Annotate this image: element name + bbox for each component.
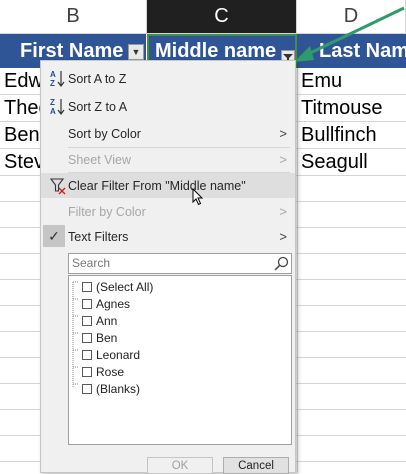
filter-dropdown-button[interactable]: ▼: [128, 44, 144, 60]
cell-first-name[interactable]: Edw: [0, 68, 40, 95]
cell-last-name[interactable]: Seagull: [297, 149, 406, 176]
cell-last-name[interactable]: Bullfinch: [297, 122, 406, 149]
chevron-right-icon: >: [279, 204, 287, 219]
menu-item-sort-by-color[interactable]: Sort by Color >: [41, 121, 295, 146]
annotation-arrow-icon: [294, 6, 405, 62]
list-item-label: Ben: [96, 330, 118, 345]
menu-item-filter-by-color: Filter by Color >: [41, 199, 295, 224]
mouse-cursor-icon: [192, 188, 204, 206]
clear-filter-icon: [50, 178, 66, 195]
menu-item-text-filters[interactable]: ✓ Text Filters >: [41, 224, 295, 249]
menu-item-sort-a-z[interactable]: A Z Sort A to Z: [41, 66, 295, 91]
filter-values-list: (Select All) Agnes Ann Ben Leonard Rose …: [68, 275, 292, 445]
sort-descending-icon: Z A: [50, 98, 65, 116]
checkbox[interactable]: [82, 281, 92, 292]
column-header-b[interactable]: B: [0, 0, 147, 34]
svg-text:A: A: [50, 70, 56, 79]
svg-text:Z: Z: [50, 79, 55, 88]
filter-search-box[interactable]: Search: [68, 253, 292, 274]
ok-button[interactable]: OK: [147, 457, 213, 474]
filter-menu: A Z Sort A to Z Z A Sort Z to A Sort by …: [40, 60, 296, 474]
column-letter: B: [66, 5, 80, 27]
checkbox[interactable]: [82, 349, 92, 360]
list-item-label: Leonard: [96, 347, 141, 362]
menu-item-label: Sheet View: [68, 152, 132, 167]
chevron-right-icon: >: [279, 126, 287, 141]
list-item-label: Agnes: [96, 296, 131, 311]
menu-item-clear-filter[interactable]: Clear Filter From "Middle name": [41, 173, 295, 198]
chevron-down-icon: ▼: [131, 47, 141, 57]
menu-item-label: Sort by Color: [68, 126, 141, 141]
menu-item-label: Clear Filter From "Middle name": [68, 178, 246, 193]
cell-first-name[interactable]: Theo: [0, 95, 40, 122]
svg-text:A: A: [50, 107, 56, 116]
menu-item-label: Sort Z to A: [68, 99, 128, 114]
cell-first-name[interactable]: Stev: [0, 149, 40, 176]
menu-item-label: Text Filters: [68, 229, 129, 244]
svg-text:Z: Z: [50, 98, 55, 107]
list-item-label: (Select All): [96, 279, 154, 294]
checkbox[interactable]: [82, 332, 92, 343]
chevron-right-icon: >: [279, 152, 287, 167]
search-icon[interactable]: [273, 255, 290, 272]
list-item-label: Rose: [96, 364, 125, 379]
checkmark-icon: ✓: [43, 225, 65, 247]
checkbox[interactable]: [82, 383, 92, 394]
column-header-c[interactable]: C: [147, 0, 297, 34]
list-item[interactable]: Ann: [82, 312, 117, 329]
menu-item-sort-z-a[interactable]: Z A Sort Z to A: [41, 94, 295, 119]
list-item-label: Ann: [96, 313, 118, 328]
cell-last-name[interactable]: Emu: [297, 68, 406, 95]
chevron-right-icon: >: [279, 229, 287, 244]
list-item[interactable]: Ben: [82, 329, 117, 346]
checkbox[interactable]: [82, 298, 92, 309]
menu-item-label: Sort A to Z: [68, 71, 127, 86]
list-item[interactable]: Leonard: [82, 346, 140, 363]
list-item[interactable]: Rose: [82, 363, 124, 380]
list-item[interactable]: (Select All): [82, 278, 153, 295]
menu-item-sheet-view: Sheet View >: [41, 147, 295, 172]
spreadsheet: B C D First Name ▼ Middle name Last Nam …: [0, 0, 406, 474]
column-letter: C: [214, 5, 229, 27]
list-item[interactable]: Agnes: [82, 295, 130, 312]
cell-first-name[interactable]: Ben: [0, 122, 40, 149]
search-input[interactable]: Search: [72, 256, 110, 270]
cell-last-name[interactable]: Titmouse: [297, 95, 406, 122]
cancel-button[interactable]: Cancel: [223, 457, 289, 474]
list-item-label: (Blanks): [96, 381, 141, 396]
checkbox[interactable]: [82, 366, 92, 377]
list-item[interactable]: (Blanks): [82, 380, 140, 397]
menu-item-label: Filter by Color: [68, 204, 146, 219]
checkbox[interactable]: [82, 315, 92, 326]
sort-ascending-icon: A Z: [50, 70, 65, 88]
